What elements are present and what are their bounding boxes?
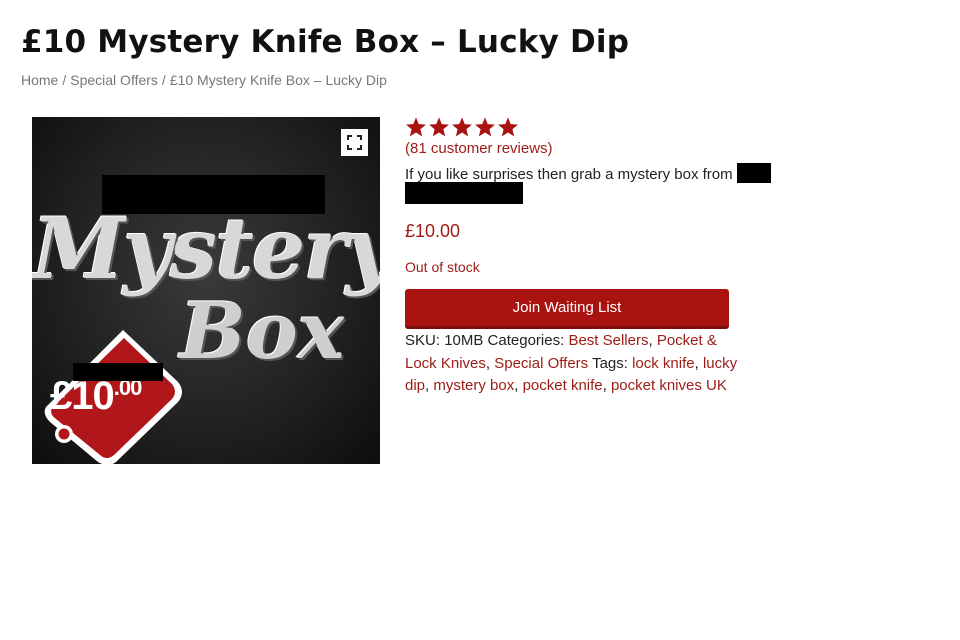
star-icon bbox=[452, 117, 472, 137]
redaction-block bbox=[102, 175, 325, 214]
short-description: If you like surprises then grab a myster… bbox=[405, 163, 771, 183]
category-link-special-offers[interactable]: Special Offers bbox=[494, 355, 588, 372]
image-word-mystery: Mystery bbox=[32, 199, 380, 298]
category-link-best-sellers[interactable]: Best Sellers bbox=[568, 332, 648, 349]
star-icon bbox=[406, 117, 426, 137]
breadcrumb-home[interactable]: Home bbox=[21, 72, 58, 88]
star-icon bbox=[475, 117, 495, 137]
tag-link-pocket-knife[interactable]: pocket knife bbox=[523, 377, 603, 394]
breadcrumb-current: £10 Mystery Knife Box – Lucky Dip bbox=[169, 72, 387, 88]
breadcrumb-separator: / bbox=[62, 72, 67, 88]
product-price: £10.00 bbox=[405, 221, 461, 241]
tag-link-pocket-knives-uk[interactable]: pocket knives UK bbox=[611, 377, 727, 394]
redaction-block bbox=[736, 163, 771, 183]
tags-label: Tags: bbox=[592, 354, 628, 372]
redaction-block bbox=[73, 363, 163, 381]
product-title: £10 Mystery Knife Box – Lucky Dip bbox=[21, 24, 630, 60]
product-meta: SKU: 10MB Categories: Best Sellers, Pock… bbox=[405, 332, 738, 394]
redaction-block bbox=[405, 182, 523, 204]
star-icon bbox=[498, 117, 518, 137]
stock-status: Out of stock bbox=[405, 259, 480, 275]
star-icon bbox=[429, 117, 449, 137]
join-waiting-list-button[interactable]: Join Waiting List bbox=[405, 289, 729, 329]
reviews-link[interactable]: (81 customer reviews) bbox=[405, 140, 553, 157]
breadcrumb: Home / Special Offers / £10 Mystery Knife Bo… bbox=[21, 72, 387, 88]
sku-value: 10MB bbox=[444, 332, 484, 349]
breadcrumb-special-offers[interactable]: Special Offers bbox=[70, 72, 158, 88]
zoom-button[interactable] bbox=[341, 129, 368, 156]
sku-label: SKU: bbox=[405, 332, 441, 349]
categories-label: Categories: bbox=[487, 332, 565, 349]
star-rating bbox=[405, 115, 519, 139]
expand-icon bbox=[347, 135, 362, 150]
breadcrumb-separator: / bbox=[161, 72, 166, 88]
description-text: If you like surprises then grab a myster… bbox=[405, 166, 733, 183]
tag-link-mystery-box[interactable]: mystery box bbox=[433, 377, 514, 394]
product-image[interactable]: Mystery Box £10.00 bbox=[32, 117, 380, 464]
tag-link-lock-knife[interactable]: lock knife bbox=[632, 355, 695, 372]
